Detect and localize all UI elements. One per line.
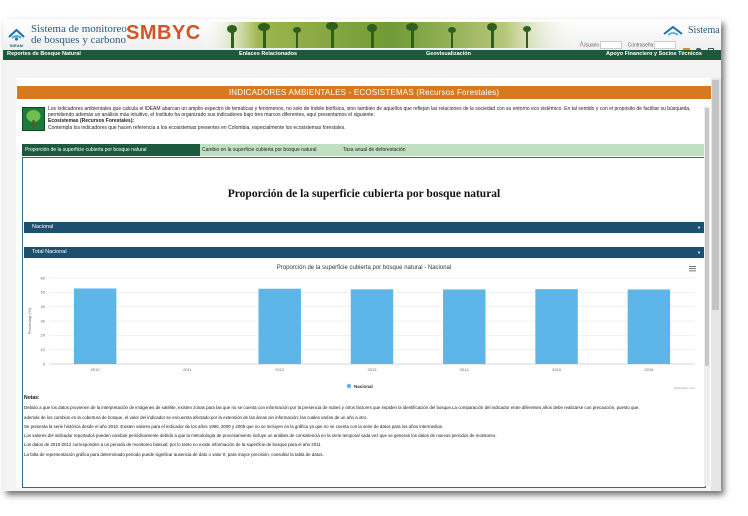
page-scrollbar-thumb[interactable] xyxy=(712,80,719,310)
legend-marker xyxy=(346,383,352,389)
login-form: /Usuario Contraseña xyxy=(580,41,680,49)
note-line: además de los cambios en la cobertura de… xyxy=(24,414,368,420)
region-dropdown[interactable]: Nacional ▼ xyxy=(24,222,704,233)
x-tick-label: 2014 xyxy=(460,367,470,372)
subregion-dropdown[interactable]: Total Nacional ▼ xyxy=(24,247,704,258)
x-tick-label: 2010 xyxy=(91,367,101,372)
intro-section: Los indicadores ambientales que calcula … xyxy=(22,106,708,140)
user-input[interactable] xyxy=(600,41,623,49)
bar-chart: Proporción de la superficie cubierta por… xyxy=(27,265,696,390)
nav-reportes[interactable]: Reportes de Bosque Natural xyxy=(7,51,81,57)
x-tick-label: 2016 xyxy=(644,367,654,372)
legend[interactable]: Nacional xyxy=(346,383,373,389)
nav-apoyo[interactable]: Apoyo Financiero y Socios Técnicos xyxy=(606,51,702,57)
y-tick-label: 60 xyxy=(41,275,46,280)
indicator-tabs: Proporción de la superficie cubierta por… xyxy=(22,144,704,156)
bar-2010[interactable] xyxy=(73,288,117,364)
y-axis-label: Porcentaje (%) xyxy=(27,307,32,334)
tab-proporcion[interactable]: Proporción de la superficie cubierta por… xyxy=(22,144,200,156)
bar-2015[interactable] xyxy=(535,289,578,364)
note-line: Se presenta la serie histórica desde el … xyxy=(24,423,444,429)
notes-heading: Notas: xyxy=(24,395,40,401)
y-tick-label: 30 xyxy=(41,318,46,323)
ecosystem-text: Contempla los indicadores que hacen refe… xyxy=(48,124,346,131)
bar-2014[interactable] xyxy=(443,289,486,364)
ideam-logo-icon[interactable]: IDEAM xyxy=(8,26,25,48)
password-input[interactable] xyxy=(654,41,677,49)
page-scrollbar[interactable] xyxy=(711,78,721,491)
y-tick-label: 10 xyxy=(41,347,46,352)
site-title[interactable]: Sistema de monitoreo de bosques y carbon… xyxy=(31,24,127,46)
y-tick-label: 20 xyxy=(41,333,46,338)
main-nav: Reportes de Bosque Natural Enlaces Relac… xyxy=(3,50,721,60)
inner-scrollbar[interactable] xyxy=(704,106,710,486)
nav-geovisualizacion[interactable]: Geovisualización xyxy=(426,51,471,57)
bar-2012[interactable] xyxy=(258,288,301,364)
x-tick-label: 2012 xyxy=(275,367,285,372)
intro-text: Los indicadores ambientales que calcula … xyxy=(48,106,691,119)
bar-2016[interactable] xyxy=(627,289,671,364)
hamburger-menu-icon[interactable] xyxy=(689,266,696,272)
logo-label: IDEAM xyxy=(10,43,24,48)
panel-title: Proporción de la superficie cubierta por… xyxy=(227,188,501,200)
x-tick-label: 2013 xyxy=(368,367,378,372)
site-header: IDEAM Sistema de monitoreo de bosques y … xyxy=(3,19,721,54)
chevron-down-icon: ▼ xyxy=(697,225,701,230)
user-label: Usuario xyxy=(581,42,600,49)
page-title: INDICADORES AMBIENTALES - ECOSISTEMAS (R… xyxy=(17,86,711,99)
subregion-dropdown-label: Total Nacional xyxy=(32,249,67,255)
chevron-down-icon: ▼ xyxy=(697,250,701,255)
browser-viewport: IDEAM Sistema de monitoreo de bosques y … xyxy=(3,19,721,491)
main-content: INDICADORES AMBIENTALES - ECOSISTEMAS (R… xyxy=(16,78,712,488)
note-line: Los valores del indicador reportados pue… xyxy=(24,433,497,439)
y-tick-label: 40 xyxy=(41,304,46,309)
y-tick-label: 50 xyxy=(41,290,46,295)
tree-icon xyxy=(22,107,45,131)
tab-tasa-deforestacion[interactable]: Tasa anual de deforestación xyxy=(340,144,409,156)
note-line: Los datos de 2010-2012 corresponden a un… xyxy=(24,442,321,448)
smbyc-brand: SMBYC xyxy=(126,22,201,44)
password-label: Contraseña xyxy=(627,42,654,49)
tab-cambio[interactable]: Cambio en la superficie cubierta por bos… xyxy=(199,144,320,156)
site-title-line2: de bosques y carbono xyxy=(31,34,127,46)
y-tick-label: 0 xyxy=(43,361,46,366)
indicator-panel: Proporción de la superficie cubierta por… xyxy=(22,157,706,488)
region-dropdown-label: Nacional xyxy=(32,224,54,230)
chart-credit[interactable]: Highcharts.com xyxy=(674,386,695,390)
forest-banner-image xyxy=(201,22,581,48)
chart-title: Proporción de la superficie cubierta por… xyxy=(277,265,451,271)
nav-enlaces[interactable]: Enlaces Relacionados xyxy=(239,51,297,57)
right-site-title: Sistema d xyxy=(688,25,721,36)
note-line: La falta de representación gráfica para … xyxy=(24,451,324,457)
notes-section: Notas: Debido a que los datos provienen … xyxy=(24,394,700,459)
x-tick-label: 2015 xyxy=(552,367,562,372)
x-tick-label: 2011 xyxy=(183,367,192,372)
legend-label: Nacional xyxy=(354,384,373,389)
inner-scrollbar-thumb[interactable] xyxy=(705,108,709,366)
bar-2013[interactable] xyxy=(350,289,394,364)
note-line: Debido a que los datos provienen de la i… xyxy=(24,405,640,411)
ideam-logo-right-icon xyxy=(663,25,683,36)
